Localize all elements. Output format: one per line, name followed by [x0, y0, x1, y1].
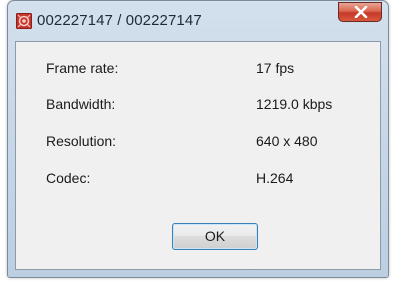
stat-row-frame-rate: Frame rate: 17 fps	[16, 60, 380, 80]
stat-row-resolution: Resolution: 640 x 480	[16, 133, 380, 153]
ok-button[interactable]: OK	[172, 223, 258, 250]
stat-row-bandwidth: Bandwidth: 1219.0 kbps	[16, 96, 380, 116]
close-button[interactable]	[338, 2, 382, 22]
stat-value: 640 x 480	[256, 133, 318, 149]
stat-label: Frame rate:	[46, 60, 119, 76]
info-dialog: 002227147 / 002227147 Frame rate: 17 fps…	[7, 0, 389, 278]
close-icon	[354, 6, 368, 18]
title-bar[interactable]: 002227147 / 002227147	[8, 1, 388, 41]
stat-value: H.264	[256, 170, 294, 186]
stat-label: Resolution:	[46, 133, 117, 149]
window-title: 002227147 / 002227147	[37, 12, 202, 29]
stat-value: 17 fps	[256, 60, 295, 76]
stat-value: 1219.0 kbps	[256, 96, 333, 112]
dialog-body: Frame rate: 17 fps Bandwidth: 1219.0 kbp…	[15, 41, 381, 270]
stat-label: Codec:	[46, 170, 91, 186]
camera-app-icon	[16, 13, 32, 29]
stat-label: Bandwidth:	[46, 96, 116, 112]
stat-row-codec: Codec: H.264	[16, 170, 380, 190]
